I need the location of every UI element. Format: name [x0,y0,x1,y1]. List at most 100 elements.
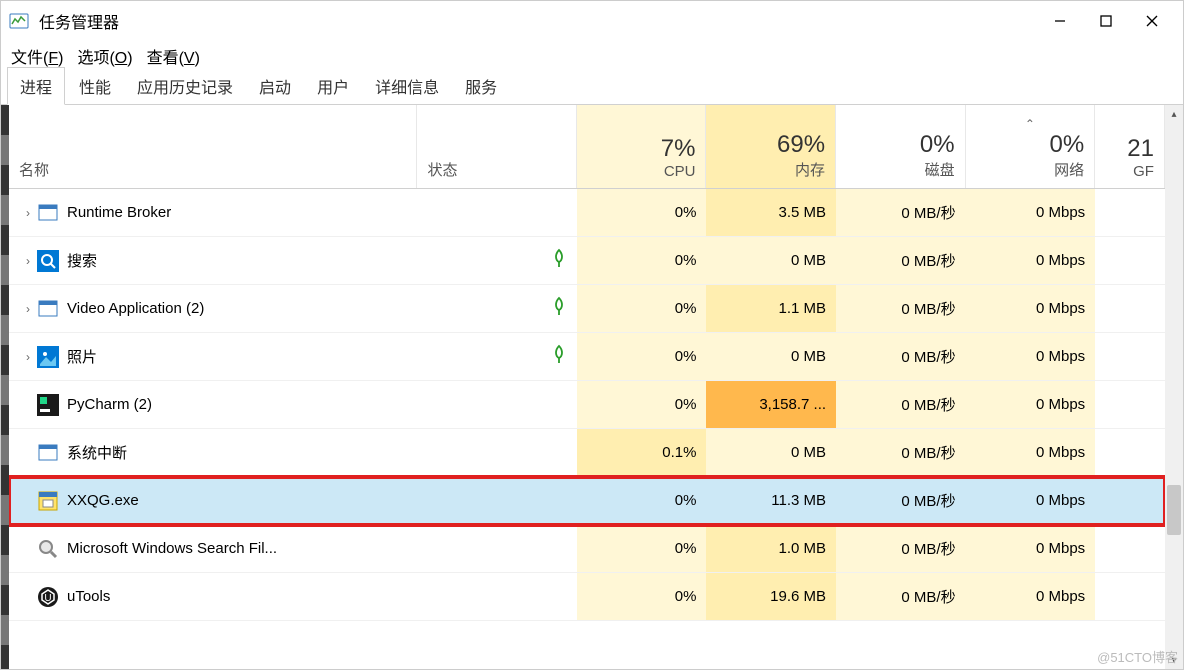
process-row[interactable]: ›照片0%0 MB0 MB/秒0 Mbps [9,333,1165,381]
expand-toggle[interactable]: › [19,206,37,220]
expand-toggle[interactable]: › [19,350,37,364]
tab-进程[interactable]: 进程 [7,67,65,105]
process-row[interactable]: ›Runtime Broker0%3.5 MB0 MB/秒0 Mbps [9,189,1165,237]
process-name-cell: › 照片 [9,333,417,380]
disk-cell: 0 MB/秒 [836,429,966,476]
process-name-cell: XXQG.exe [9,477,417,524]
process-name-cell: ›Video Application (2) [9,285,417,332]
tab-服务[interactable]: 服务 [453,68,509,104]
status-cell [417,429,576,476]
scroll-up-button[interactable]: ▴ [1165,105,1183,123]
expand-toggle[interactable]: › [19,254,37,268]
gpu-cell [1095,573,1165,620]
process-name-cell: PyCharm (2) [9,381,417,428]
cpu-cell: 0% [577,525,707,572]
close-button[interactable] [1129,5,1175,37]
process-icon [37,250,59,272]
status-cell [417,237,576,284]
leaf-icon [551,296,567,321]
process-name: 搜索 [67,250,97,271]
column-header-disk[interactable]: 0%磁盘 [836,105,966,188]
process-row[interactable]: Microsoft Windows Search Fil...0%1.0 MB0… [9,525,1165,573]
status-cell [417,573,576,620]
network-cell: 0 Mbps [966,333,1096,380]
sort-caret-icon: ⌃ [976,117,1085,131]
status-cell [417,285,576,332]
column-header-memory[interactable]: 69%内存 [706,105,836,188]
task-manager-window: 任务管理器 文件(F)选项(O)查看(V) 进程性能应用历史记录启动用户详细信息… [0,0,1184,670]
process-name: 照片 [67,346,97,367]
status-cell [417,477,576,524]
leaf-icon [551,248,567,273]
process-name-cell: UuTools [9,573,417,620]
process-name: Runtime Broker [67,204,171,221]
gpu-cell [1095,525,1165,572]
process-icon [37,298,59,320]
process-icon [37,202,59,224]
cpu-cell: 0% [577,189,707,236]
menu-f[interactable]: 文件(F) [11,44,63,68]
process-name: uTools [67,588,110,605]
gpu-cell [1095,237,1165,284]
gpu-cell [1095,429,1165,476]
process-icon [37,394,59,416]
memory-cell: 3,158.7 ... [706,381,836,428]
process-row[interactable]: ›Video Application (2)0%1.1 MB0 MB/秒0 Mb… [9,285,1165,333]
memory-cell: 1.1 MB [706,285,836,332]
column-header-name[interactable]: 名称 [9,105,417,188]
memory-cell: 0 MB [706,429,836,476]
process-name: Microsoft Windows Search Fil... [67,540,277,557]
network-cell: 0 Mbps [966,477,1096,524]
process-row[interactable]: XXQG.exe0%11.3 MB0 MB/秒0 Mbps [9,477,1165,525]
cpu-cell: 0% [577,573,707,620]
tabbar: 进程性能应用历史记录启动用户详细信息服务 [1,71,1183,105]
scroll-thumb[interactable] [1167,485,1181,535]
network-cell: 0 Mbps [966,237,1096,284]
process-icon [37,442,59,464]
process-name: PyCharm (2) [67,396,152,413]
process-icon [37,346,59,368]
column-header-cpu[interactable]: 7%CPU [577,105,707,188]
menu-v[interactable]: 查看(V) [147,44,200,68]
tab-应用历史记录[interactable]: 应用历史记录 [125,68,245,104]
disk-cell: 0 MB/秒 [836,573,966,620]
gpu-cell [1095,333,1165,380]
tab-详细信息[interactable]: 详细信息 [363,68,451,104]
status-cell [417,381,576,428]
maximize-button[interactable] [1083,5,1129,37]
minimize-button[interactable] [1037,5,1083,37]
process-row[interactable]: ›搜索0%0 MB0 MB/秒0 Mbps [9,237,1165,285]
tab-启动[interactable]: 启动 [247,68,303,104]
process-icon [37,490,59,512]
gpu-cell [1095,477,1165,524]
column-header-status[interactable]: 状态 [417,105,576,188]
disk-cell: 0 MB/秒 [836,381,966,428]
tab-用户[interactable]: 用户 [305,68,361,104]
disk-cell: 0 MB/秒 [836,285,966,332]
process-icon: U [37,586,59,608]
disk-cell: 0 MB/秒 [836,237,966,284]
process-name-cell: 系统中断 [9,429,417,476]
column-header-gpu[interactable]: 21GF [1095,105,1165,188]
expand-toggle[interactable]: › [19,302,37,316]
process-row[interactable]: 系统中断0.1%0 MB0 MB/秒0 Mbps [9,429,1165,477]
memory-cell: 0 MB [706,237,836,284]
app-icon [9,11,29,31]
process-name-cell: › Runtime Broker [9,189,417,236]
process-row[interactable]: PyCharm (2)0%3,158.7 ...0 MB/秒0 Mbps [9,381,1165,429]
process-row[interactable]: UuTools0%19.6 MB0 MB/秒0 Mbps [9,573,1165,621]
memory-cell: 0 MB [706,333,836,380]
process-icon [37,538,59,560]
cpu-cell: 0% [577,381,707,428]
vertical-scrollbar[interactable]: ▴ ▾ [1165,105,1183,669]
table-header[interactable]: 名称 状态 7%CPU 69%内存 0%磁盘 ⌃0%网络 21GF [9,105,1165,189]
content-area: 名称 状态 7%CPU 69%内存 0%磁盘 ⌃0%网络 21GF › Runti… [1,105,1183,669]
scroll-down-button[interactable]: ▾ [1165,651,1183,669]
menu-o[interactable]: 选项(O) [77,44,132,68]
column-header-network[interactable]: ⌃0%网络 [966,105,1096,188]
cpu-cell: 0% [577,285,707,332]
window-controls [1037,5,1175,37]
tab-性能[interactable]: 性能 [67,68,123,104]
cpu-cell: 0.1% [577,429,707,476]
process-name-cell: Microsoft Windows Search Fil... [9,525,417,572]
